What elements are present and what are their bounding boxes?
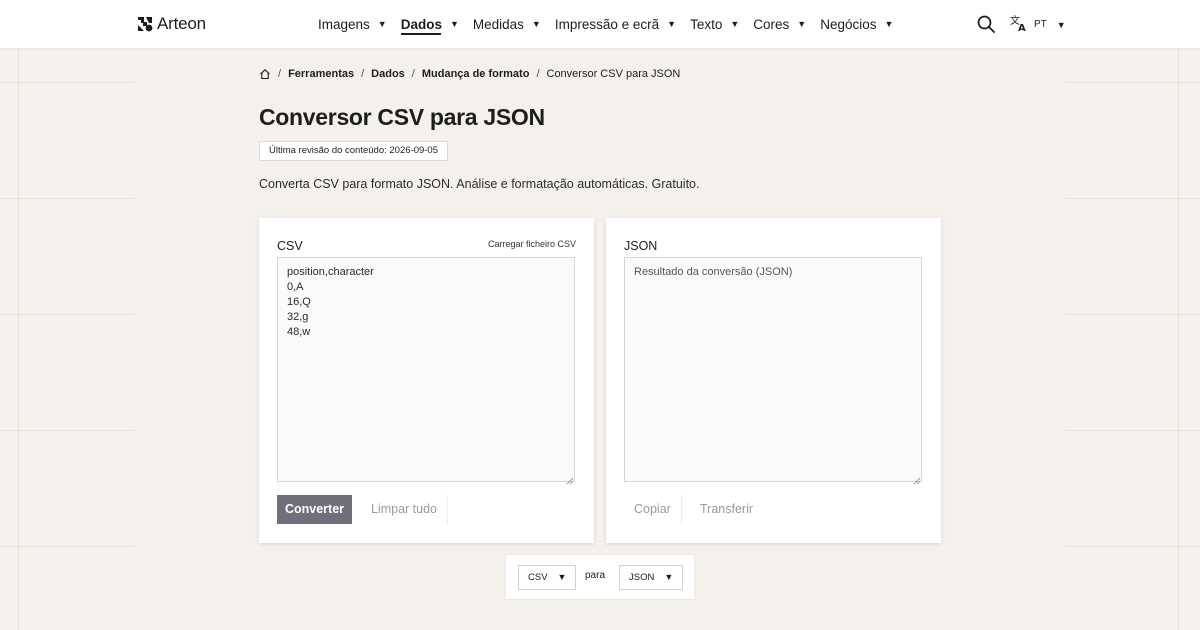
csv-input-textarea[interactable] bbox=[277, 257, 575, 482]
breadcrumb: / Ferramentas / Dados / Mudança de forma… bbox=[259, 68, 680, 80]
caret-down-icon: ▼ bbox=[557, 572, 567, 582]
breadcrumb-link-mudanca-de-formato[interactable]: Mudança de formato bbox=[422, 68, 530, 80]
nav-item-negocios[interactable]: Negócios ▼ bbox=[820, 0, 893, 48]
caret-down-icon: ▼ bbox=[664, 572, 674, 582]
copy-button[interactable]: Copiar bbox=[624, 495, 682, 524]
caret-down-icon: ▼ bbox=[1056, 19, 1066, 30]
breadcrumb-separator: / bbox=[536, 68, 540, 80]
nav-item-label: Impressão e ecrã bbox=[554, 16, 660, 32]
nav-item-dados[interactable]: Dados ▼ bbox=[400, 0, 459, 48]
nav-item-cores[interactable]: Cores ▼ bbox=[753, 0, 806, 48]
download-button[interactable]: Transferir bbox=[690, 495, 764, 524]
caret-down-icon: ▼ bbox=[667, 19, 677, 29]
breadcrumb-separator: / bbox=[278, 68, 282, 80]
nav-item-label: Medidas bbox=[472, 16, 524, 32]
clear-all-button[interactable]: Limpar tudo bbox=[361, 495, 449, 524]
nav-item-label: Dados bbox=[400, 16, 442, 32]
home-icon[interactable] bbox=[259, 68, 271, 80]
format-selector-bar: CSV ▼ para JSON ▼ bbox=[506, 555, 694, 599]
search-icon[interactable] bbox=[976, 14, 996, 34]
csv-input-panel: CSV Carregar ficheiro CSV Converter Limp… bbox=[259, 218, 594, 543]
breadcrumb-separator: / bbox=[361, 68, 365, 80]
caret-down-icon: ▼ bbox=[377, 19, 387, 29]
breadcrumb-link-dados[interactable]: Dados bbox=[371, 68, 405, 80]
caret-down-icon: ▼ bbox=[531, 19, 541, 29]
convert-button[interactable]: Converter bbox=[277, 495, 352, 524]
nav-item-label: Texto bbox=[690, 16, 723, 32]
upload-csv-link[interactable]: Carregar ficheiro CSV bbox=[488, 239, 576, 249]
page-title: Conversor CSV para JSON bbox=[259, 104, 545, 130]
json-panel-label: JSON bbox=[624, 239, 658, 253]
caret-down-icon: ▼ bbox=[884, 19, 894, 29]
source-format-value: CSV bbox=[528, 572, 548, 583]
page-description: Converta CSV para formato JSON. Análise … bbox=[259, 177, 700, 191]
brand-logo-icon bbox=[137, 16, 153, 32]
language-code: PT bbox=[1034, 19, 1047, 30]
breadcrumb-link-ferramentas[interactable]: Ferramentas bbox=[288, 68, 354, 80]
nav-item-imagens[interactable]: Imagens ▼ bbox=[318, 0, 387, 48]
brand-name: Arteon bbox=[157, 14, 206, 33]
caret-down-icon: ▼ bbox=[449, 19, 459, 29]
target-format-value: JSON bbox=[629, 572, 655, 583]
main-content: / Ferramentas / Dados / Mudança de forma… bbox=[134, 48, 1066, 630]
top-navigation-bar: Arteon Imagens ▼ Dados ▼ Medidas ▼ Impre… bbox=[0, 0, 1200, 48]
target-format-select[interactable]: JSON ▼ bbox=[619, 565, 684, 590]
nav-item-impressao-e-ecra[interactable]: Impressão e ecrã ▼ bbox=[555, 0, 676, 48]
csv-panel-label: CSV bbox=[277, 239, 303, 253]
format-connector-label: para bbox=[585, 570, 606, 581]
json-output-textarea[interactable] bbox=[624, 257, 922, 482]
revision-badge: Última revisão do conteúdo: 2026-09-05 bbox=[259, 141, 448, 161]
breadcrumb-separator: / bbox=[411, 68, 415, 80]
nav-item-medidas[interactable]: Medidas ▼ bbox=[473, 0, 541, 48]
caret-down-icon: ▼ bbox=[797, 19, 807, 29]
source-format-select[interactable]: CSV ▼ bbox=[518, 565, 577, 590]
json-output-panel: JSON Copiar Transferir bbox=[606, 218, 941, 543]
breadcrumb-current: Conversor CSV para JSON bbox=[546, 68, 681, 80]
language-selector[interactable]: 文 A PT ▼ bbox=[1010, 14, 1066, 35]
nav-item-label: Imagens bbox=[318, 16, 370, 32]
nav-item-texto[interactable]: Texto ▼ bbox=[690, 0, 739, 48]
brand-logo[interactable]: Arteon bbox=[137, 14, 206, 34]
main-nav: Imagens ▼ Dados ▼ Medidas ▼ Impressão e … bbox=[318, 0, 907, 48]
nav-item-label: Negócios bbox=[820, 16, 877, 32]
nav-item-label: Cores bbox=[753, 16, 790, 32]
caret-down-icon: ▼ bbox=[730, 19, 740, 29]
svg-text:A: A bbox=[1018, 23, 1026, 32]
translate-icon: 文 A bbox=[1010, 14, 1028, 35]
